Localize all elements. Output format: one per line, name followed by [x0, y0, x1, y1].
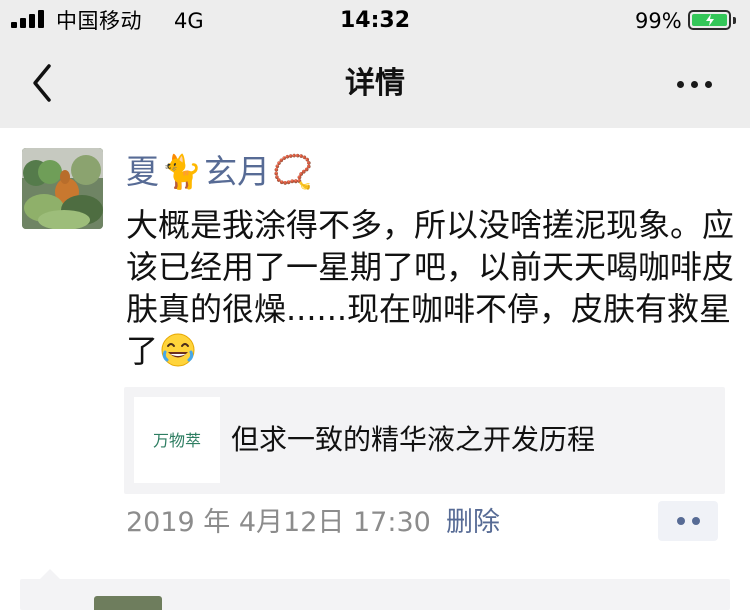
comment-dots-icon: [676, 517, 685, 525]
brand-logo-icon: 万物萃: [153, 431, 201, 450]
navigation-bar: 详情: [0, 42, 750, 128]
comment-dots-icon: [691, 517, 700, 525]
prayer-beads-emoji-icon: 📿: [272, 152, 314, 191]
back-button[interactable]: [20, 60, 66, 106]
laughing-face-icon: [161, 333, 195, 367]
battery-icon: [688, 10, 731, 30]
battery-percentage: 99%: [635, 9, 682, 33]
moment-post: 夏 🐈 玄月 📿 大概是我涂得不多，所以没啥搓泥现象。应该已经用了一星期了吧，以…: [0, 128, 750, 610]
battery-fill: [692, 14, 727, 26]
more-dot: [676, 80, 684, 88]
post-date: 2019 年 4月12日 17:30: [126, 507, 431, 538]
cat-emoji-icon: 🐈: [161, 152, 203, 191]
shared-link-card[interactable]: 万物萃 但求一致的精华液之开发历程: [124, 387, 725, 494]
author-name-part: 夏: [126, 152, 159, 191]
status-time: 14:32: [340, 8, 411, 33]
chevron-left-icon: [33, 64, 51, 102]
carrier-name: 中国移动: [56, 9, 142, 33]
more-dot: [704, 80, 712, 88]
author-name-part: 玄月: [204, 152, 271, 191]
svg-text:万物萃: 万物萃: [153, 431, 201, 450]
more-dot: [690, 80, 698, 88]
link-thumbnail: 万物萃: [134, 397, 220, 483]
succulent-avatar-icon: [22, 148, 103, 229]
delete-button[interactable]: 删除: [446, 507, 500, 539]
top-area: 中国移动 4G 14:32 99% 详情: [0, 0, 750, 128]
comment-avatar[interactable]: [94, 596, 162, 610]
post-meta: 2019 年 4月12日 17:30 删除: [126, 507, 746, 547]
post-text: 大概是我涂得不多，所以没啥搓泥现象。应该已经用了一星期了吧，以前天天喝咖啡皮肤真…: [126, 204, 736, 372]
page-title: 详情: [345, 66, 405, 101]
avatar[interactable]: [22, 148, 103, 229]
more-options-button[interactable]: [669, 69, 719, 99]
likes-comments-panel: [20, 569, 730, 610]
charging-bolt-icon: [705, 14, 714, 26]
status-bar: 中国移动 4G 14:32 99%: [0, 0, 750, 42]
author-name[interactable]: 夏 🐈 玄月 📿: [126, 152, 315, 192]
link-title: 但求一致的精华液之开发历程: [231, 423, 596, 456]
battery-tip: [733, 17, 736, 24]
post-text-content: 大概是我涂得不多，所以没啥搓泥现象。应该已经用了一星期了吧，以前天天喝咖啡皮肤真…: [126, 206, 735, 370]
cellular-signal-icon: [11, 10, 45, 28]
network-type: 4G: [174, 9, 204, 33]
wechat-moment-detail-screen: 中国移动 4G 14:32 99% 详情 夏 🐈 玄月 📿 大概是我涂得不多，所…: [0, 0, 750, 610]
comment-button[interactable]: [658, 501, 718, 541]
